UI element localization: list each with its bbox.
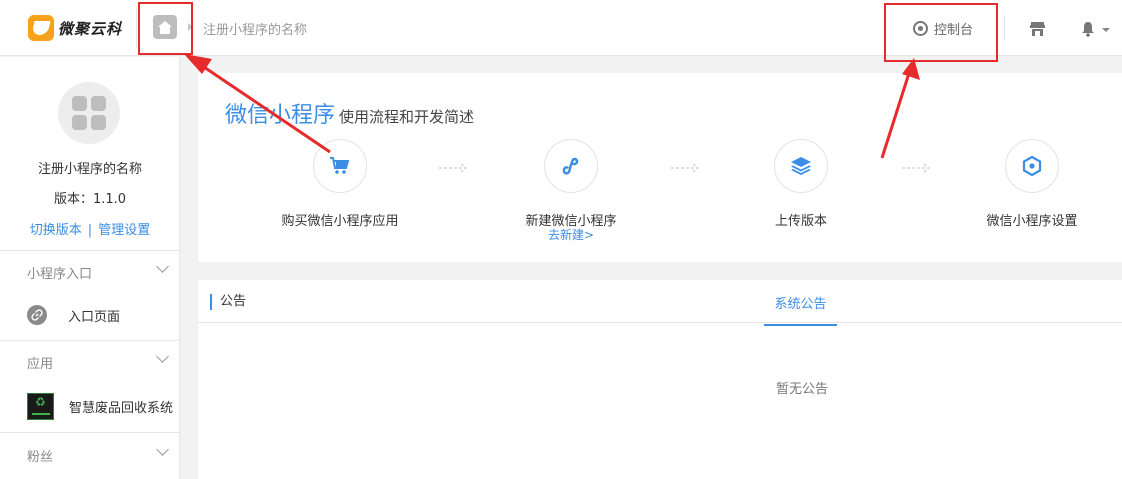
sidebar-divider	[0, 340, 180, 341]
link-divider: |	[87, 223, 93, 238]
manage-settings-link[interactable]: 管理设置	[98, 223, 150, 238]
flow-step-label: 新建微信小程序	[525, 214, 617, 229]
app-name: 注册小程序的名称	[37, 162, 142, 177]
flow-step-label: 微信小程序设置	[986, 214, 1078, 229]
flow-title-main: 微信小程序	[225, 103, 336, 128]
chevron-down-icon[interactable]	[156, 443, 169, 456]
notice-empty-text: 暂无公告	[775, 382, 828, 397]
sidebar-section-entry[interactable]: 小程序入口	[27, 263, 92, 282]
breadcrumb-current[interactable]: 注册小程序的名称	[203, 19, 307, 38]
sidebar-item-label: 智慧废品回收系统	[69, 401, 174, 416]
link-icon	[27, 305, 47, 325]
layers-icon	[791, 157, 811, 175]
logo-icon	[28, 15, 54, 41]
flow-step-label: 购买微信小程序应用	[281, 214, 399, 229]
chevron-down-icon[interactable]	[156, 350, 169, 363]
store-icon[interactable]	[1030, 22, 1045, 36]
chevron-down-icon[interactable]	[1102, 28, 1110, 32]
flow-title-sub: 使用流程和开发简述	[339, 108, 475, 126]
grid-icon	[72, 96, 87, 111]
switch-version-link[interactable]: 切换版本	[30, 223, 82, 238]
sidebar-item-recycle-app[interactable]: 智慧废品回收系统	[27, 393, 173, 420]
arrow-right-icon	[671, 163, 700, 173]
app-avatar	[58, 82, 120, 144]
flow-step-create[interactable]: 新建微信小程序 去新建>	[491, 139, 651, 241]
sidebar: 注册小程序的名称 版本：1.1.0 切换版本 | 管理设置 小程序入口 入口页面 应…	[0, 57, 180, 479]
usage-flow-card: 微信小程序 使用流程和开发简述 购买微信小程序应用 新建微信小程序 去新建> 上…	[198, 73, 1122, 262]
flow-step-label: 上传版本	[774, 214, 827, 229]
sidebar-section-apps[interactable]: 应用	[27, 353, 53, 372]
sidebar-item-entry-page[interactable]: 入口页面	[27, 305, 120, 325]
sidebar-section-fans[interactable]: 粉丝	[27, 446, 53, 465]
sidebar-item-label: 入口页面	[68, 309, 121, 325]
sidebar-divider	[0, 432, 180, 433]
recycle-app-icon	[27, 393, 54, 420]
flow-step-upload[interactable]: 上传版本	[721, 139, 881, 229]
create-link[interactable]: 去新建>	[491, 229, 651, 241]
brand-logo[interactable]: 微聚云科	[28, 14, 122, 42]
chevron-down-icon[interactable]	[156, 260, 169, 273]
cart-icon	[330, 157, 350, 174]
header-divider	[136, 8, 137, 48]
bell-icon[interactable]	[1081, 21, 1095, 37]
flow-step-buy[interactable]: 购买微信小程序应用	[260, 139, 420, 229]
flow-title: 微信小程序 使用流程和开发简述	[225, 97, 474, 129]
annotation-box-home	[138, 2, 193, 55]
app-version: 版本：1.1.0	[53, 192, 127, 207]
hexagon-settings-icon	[1022, 156, 1042, 176]
arrow-right-icon	[902, 163, 931, 173]
sidebar-divider	[0, 250, 180, 251]
notice-card: 公告 系统公告 暂无公告	[198, 280, 1122, 479]
logo-text: 微聚云科	[58, 19, 123, 38]
app-links: 切换版本 | 管理设置	[0, 219, 180, 238]
flow-step-settings[interactable]: 微信小程序设置	[952, 139, 1112, 229]
header-divider-right	[1004, 16, 1005, 40]
notice-divider	[198, 322, 1122, 323]
arrow-right-icon	[439, 163, 468, 173]
miniprogram-icon	[562, 157, 579, 175]
notice-title: 公告	[210, 294, 246, 310]
annotation-box-console	[884, 3, 998, 62]
